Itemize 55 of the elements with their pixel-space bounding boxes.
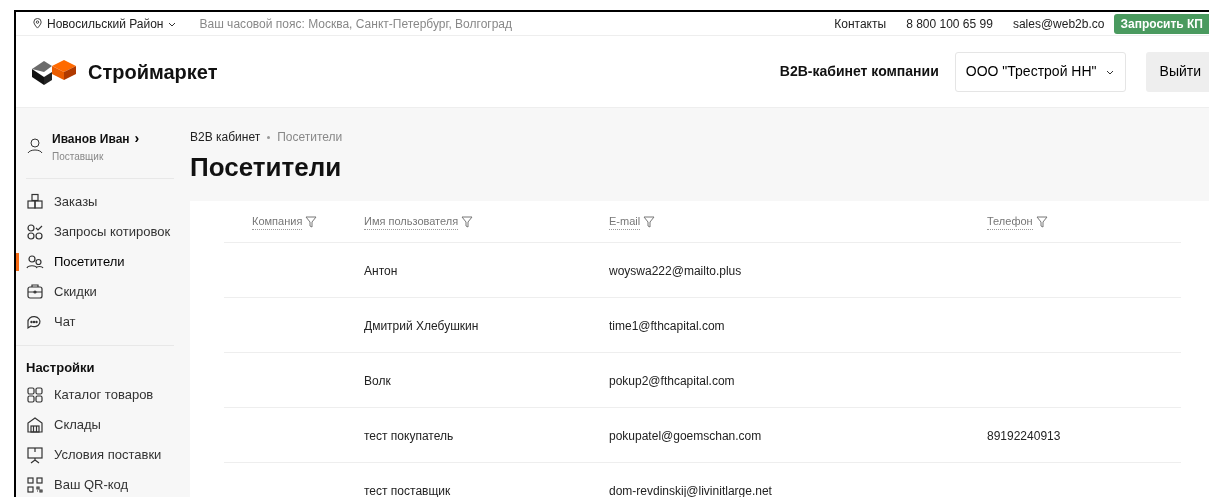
grid-icon — [26, 385, 44, 404]
sidebar-item[interactable]: Заказы — [54, 192, 98, 212]
table-cell: Волк — [364, 374, 391, 388]
page-title: Посетители — [190, 151, 343, 184]
user-role: Поставщик — [52, 150, 105, 164]
column-header[interactable]: Компания — [252, 212, 303, 231]
circles-check-icon — [26, 223, 44, 241]
sidebar-item[interactable]: Скидки — [54, 282, 97, 302]
table-cell: pokup2@fthcapital.com — [609, 374, 735, 388]
sidebar-item[interactable]: Ваш QR-код — [54, 474, 129, 495]
users-icon — [26, 253, 44, 271]
logout-button[interactable]: Выйти — [1145, 51, 1209, 92]
table-cell: time1@fthcapital.com — [609, 319, 725, 333]
qr-code-icon — [26, 475, 44, 494]
sidebar-item[interactable]: Условия поставки — [54, 444, 162, 465]
presentation-board-icon — [26, 445, 44, 464]
warehouse-icon — [26, 415, 44, 434]
column-header[interactable]: E-mail — [609, 212, 641, 231]
settings-heading: Настройки — [25, 359, 96, 377]
location-pin-icon — [32, 18, 43, 29]
filter-icon[interactable] — [1035, 215, 1048, 228]
column-header[interactable]: Телефон — [987, 212, 1033, 231]
chat-icon — [26, 313, 44, 331]
region-selector[interactable]: Новосильский Район — [32, 14, 178, 33]
table-cell: 89192240913 — [987, 429, 1061, 443]
user-profile-link[interactable]: Иванов Иван › — [52, 128, 140, 149]
column-header[interactable]: Имя пользователя — [364, 212, 459, 231]
table-cell: тест поставщик — [364, 484, 451, 497]
boxes-icon — [26, 193, 44, 211]
filter-icon[interactable] — [305, 215, 318, 228]
table-cell: pokupatel@goemschan.com — [609, 429, 762, 443]
email-link[interactable]: sales@web2b.co — [1012, 14, 1105, 33]
logo-text[interactable]: Строймаркет — [88, 56, 218, 87]
cabinet-label: B2B-кабинет компании — [779, 62, 939, 81]
contacts-link[interactable]: Контакты — [834, 14, 887, 33]
sidebar-item[interactable]: Посетители — [54, 252, 125, 272]
table-cell: тест покупатель — [364, 429, 454, 443]
breadcrumb-item[interactable]: B2B кабинет — [190, 128, 261, 146]
breadcrumb-item: Посетители — [277, 129, 343, 146]
table-cell: Дмитрий Хлебушкин — [364, 319, 479, 333]
filter-icon[interactable] — [461, 215, 474, 228]
user-icon — [26, 137, 44, 155]
filter-icon[interactable] — [643, 215, 656, 228]
sidebar-item[interactable]: Запросы котировок — [54, 222, 171, 242]
sidebar-item[interactable]: Склады — [54, 414, 101, 435]
logo-icon — [32, 58, 78, 85]
case-icon — [26, 283, 44, 301]
table-cell: dom-revdinskij@livinitlarge.net — [609, 484, 772, 497]
sidebar-item[interactable]: Каталог товаров — [54, 384, 154, 405]
phone-number[interactable]: 8 800 100 65 99 — [906, 14, 993, 33]
table-cell: woyswa222@mailto.plus — [609, 264, 742, 278]
timezone-text: Ваш часовой пояс: Москва, Санкт-Петербург, Волгоград — [199, 15, 513, 33]
sidebar-item[interactable]: Чат — [54, 312, 76, 332]
table-cell: Антон — [364, 264, 398, 278]
company-select[interactable]: ООО "Трестрой НН" — [954, 51, 1126, 92]
